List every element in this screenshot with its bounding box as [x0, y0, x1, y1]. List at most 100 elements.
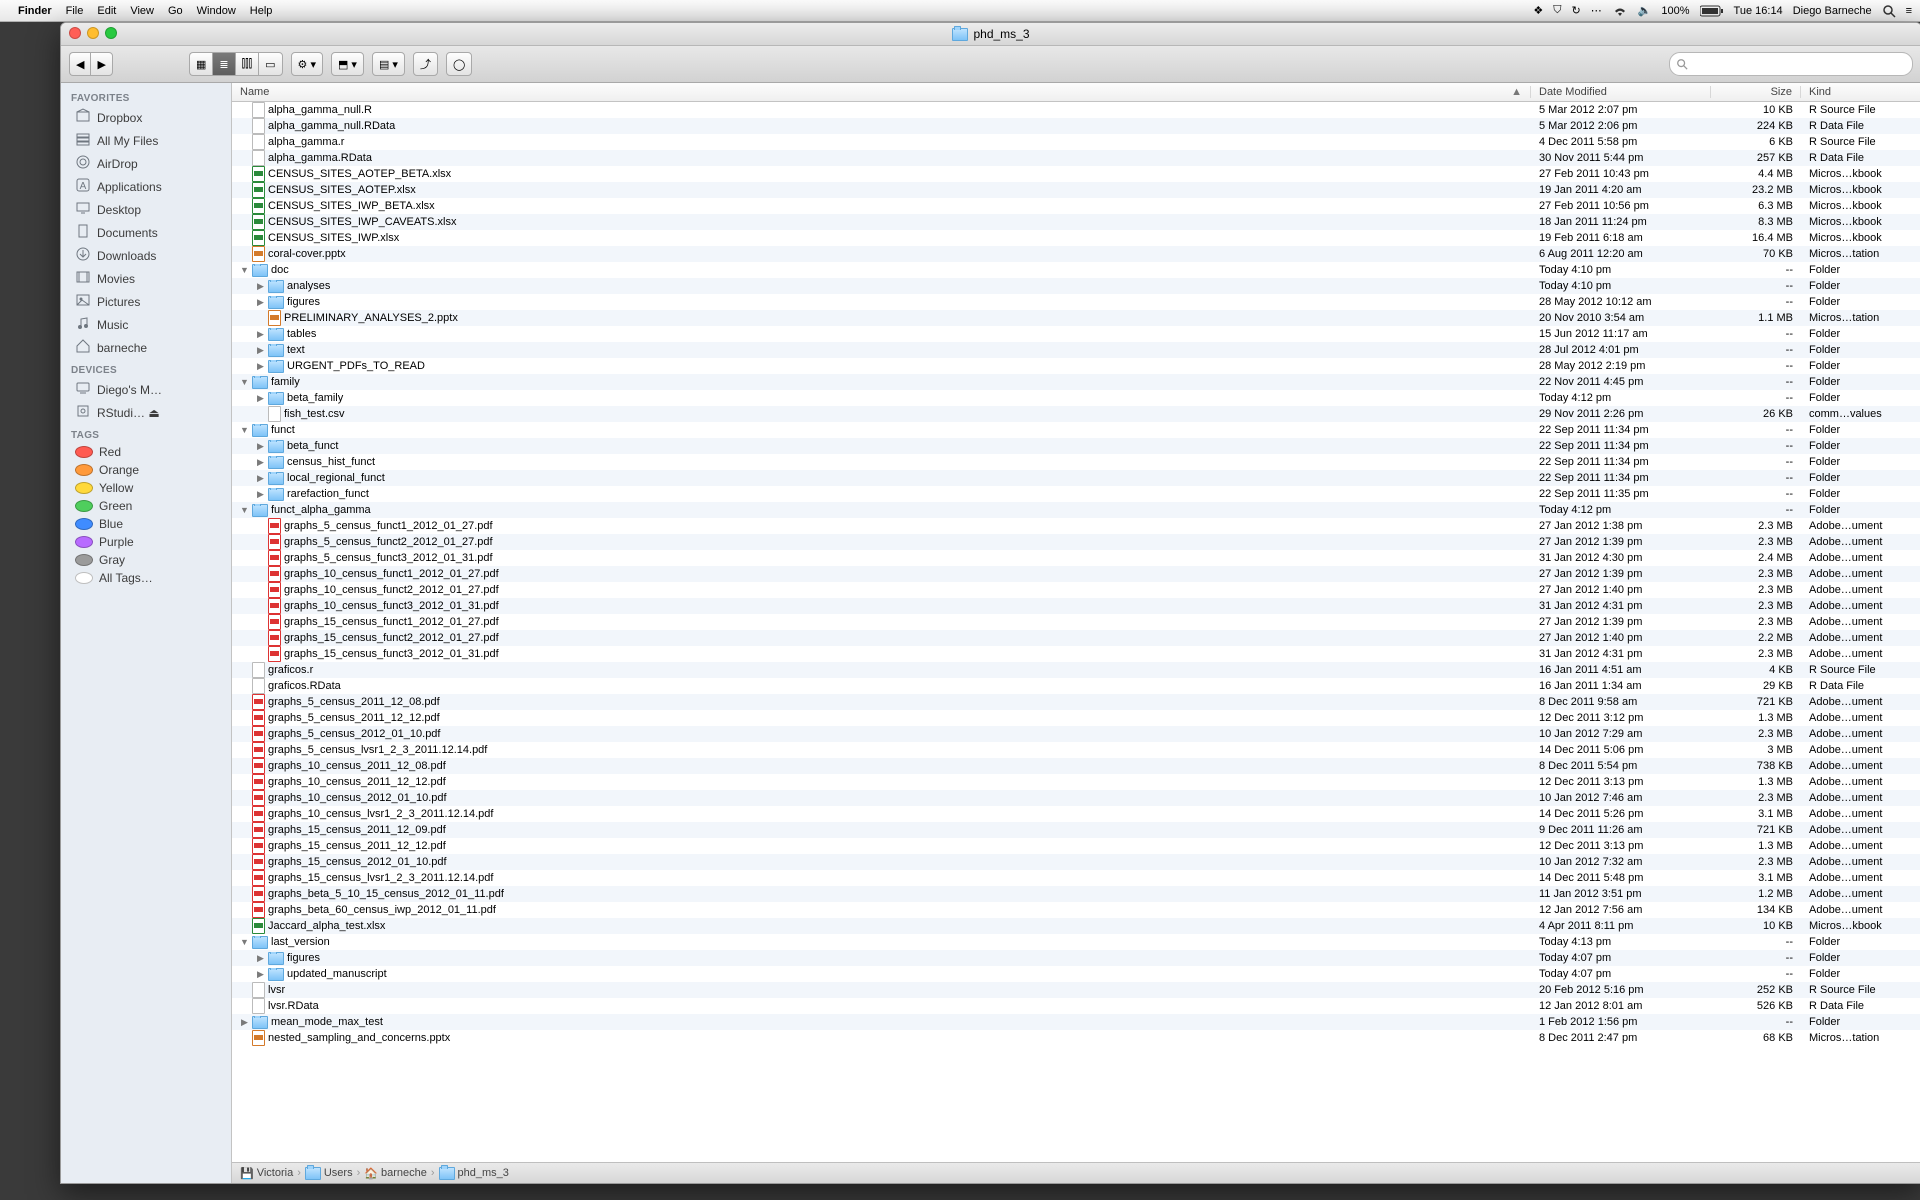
sidebar-tag-red[interactable]: Red [61, 443, 231, 461]
file-rows[interactable]: alpha_gamma_null.R5 Mar 2012 2:07 pm10 K… [232, 102, 1920, 1162]
disclosure-triangle-icon[interactable]: ▼ [240, 425, 249, 435]
file-row[interactable]: graphs_beta_5_10_15_census_2012_01_11.pd… [232, 886, 1920, 902]
file-row[interactable]: ▶updated_manuscriptToday 4:07 pm--Folder [232, 966, 1920, 982]
column-date[interactable]: Date Modified [1531, 86, 1711, 98]
file-row[interactable]: ▼docToday 4:10 pm--Folder [232, 262, 1920, 278]
file-row[interactable]: fish_test.csv29 Nov 2011 2:26 pm26 KBcom… [232, 406, 1920, 422]
disclosure-triangle-icon[interactable]: ▶ [256, 361, 265, 372]
file-row[interactable]: graphs_5_census_lvsr1_2_3_2011.12.14.pdf… [232, 742, 1920, 758]
file-row[interactable]: graficos.RData16 Jan 2011 1:34 am29 KBR … [232, 678, 1920, 694]
file-row[interactable]: graphs_15_census_2011_12_09.pdf9 Dec 201… [232, 822, 1920, 838]
battery-percent[interactable]: 100% [1661, 5, 1689, 17]
file-row[interactable]: ▶figuresToday 4:07 pm--Folder [232, 950, 1920, 966]
app-name[interactable]: Finder [18, 5, 52, 17]
icon-view-button[interactable]: ▦ [189, 52, 212, 76]
disclosure-triangle-icon[interactable]: ▶ [256, 345, 265, 356]
file-row[interactable]: ▶URGENT_PDFs_TO_READ28 May 2012 2:19 pm-… [232, 358, 1920, 374]
menu-edit[interactable]: Edit [97, 5, 116, 17]
file-row[interactable]: graphs_15_census_funct2_2012_01_27.pdf27… [232, 630, 1920, 646]
file-row[interactable]: ▼funct22 Sep 2011 11:34 pm--Folder [232, 422, 1920, 438]
file-row[interactable]: CENSUS_SITES_IWP.xlsx19 Feb 2011 6:18 am… [232, 230, 1920, 246]
user-name[interactable]: Diego Barneche [1793, 5, 1872, 17]
sidebar-device[interactable]: RStudi… ⏏ [61, 401, 231, 424]
wifi-icon[interactable] [1612, 5, 1628, 17]
file-row[interactable]: graphs_10_census_2011_12_12.pdf12 Dec 20… [232, 774, 1920, 790]
file-row[interactable]: ▶census_hist_funct22 Sep 2011 11:34 pm--… [232, 454, 1920, 470]
sidebar-item-dropbox[interactable]: Dropbox [61, 106, 231, 129]
file-row[interactable]: alpha_gamma_null.R5 Mar 2012 2:07 pm10 K… [232, 102, 1920, 118]
sidebar-tag-orange[interactable]: Orange [61, 461, 231, 479]
column-size[interactable]: Size [1711, 86, 1801, 98]
file-row[interactable]: graphs_5_census_2012_01_10.pdf10 Jan 201… [232, 726, 1920, 742]
close-button[interactable] [69, 27, 81, 39]
disclosure-triangle-icon[interactable]: ▶ [256, 473, 265, 484]
disclosure-triangle-icon[interactable]: ▼ [240, 377, 249, 387]
file-row[interactable]: CENSUS_SITES_AOTEP.xlsx19 Jan 2011 4:20 … [232, 182, 1920, 198]
file-row[interactable]: CENSUS_SITES_IWP_BETA.xlsx27 Feb 2011 10… [232, 198, 1920, 214]
sidebar-item-airdrop[interactable]: AirDrop [61, 152, 231, 175]
file-row[interactable]: ▼family22 Nov 2011 4:45 pm--Folder [232, 374, 1920, 390]
dropbox-button[interactable]: ⬒ ▾ [331, 52, 364, 76]
battery-icon[interactable] [1700, 5, 1724, 17]
back-button[interactable]: ◀ [69, 52, 90, 76]
file-row[interactable]: Jaccard_alpha_test.xlsx4 Apr 2011 8:11 p… [232, 918, 1920, 934]
file-row[interactable]: ▶text28 Jul 2012 4:01 pm--Folder [232, 342, 1920, 358]
file-row[interactable]: graphs_10_census_2012_01_10.pdf10 Jan 20… [232, 790, 1920, 806]
sidebar-tag-green[interactable]: Green [61, 497, 231, 515]
file-row[interactable]: nested_sampling_and_concerns.pptx8 Dec 2… [232, 1030, 1920, 1046]
file-row[interactable]: graficos.r16 Jan 2011 4:51 am4 KBR Sourc… [232, 662, 1920, 678]
disclosure-triangle-icon[interactable]: ▼ [240, 265, 249, 275]
action-button[interactable]: ⚙ ▾ [291, 52, 323, 76]
file-row[interactable]: graphs_15_census_lvsr1_2_3_2011.12.14.pd… [232, 870, 1920, 886]
file-row[interactable]: graphs_5_census_funct3_2012_01_31.pdf31 … [232, 550, 1920, 566]
disclosure-triangle-icon[interactable]: ▶ [240, 1017, 249, 1028]
file-row[interactable]: graphs_beta_60_census_iwp_2012_01_11.pdf… [232, 902, 1920, 918]
minimize-button[interactable] [87, 27, 99, 39]
file-row[interactable]: ▶figures28 May 2012 10:12 am--Folder [232, 294, 1920, 310]
file-row[interactable]: graphs_15_census_funct3_2012_01_31.pdf31… [232, 646, 1920, 662]
arrange-button[interactable]: ▤ ▾ [372, 52, 405, 76]
tags-button[interactable]: ◯ [446, 52, 472, 76]
path-crumb[interactable]: phd_ms_3 [439, 1167, 509, 1180]
file-row[interactable]: graphs_5_census_2011_12_08.pdf8 Dec 2011… [232, 694, 1920, 710]
disclosure-triangle-icon[interactable]: ▶ [256, 441, 265, 452]
file-row[interactable]: ▶rarefaction_funct22 Sep 2011 11:35 pm--… [232, 486, 1920, 502]
file-row[interactable]: graphs_10_census_funct1_2012_01_27.pdf27… [232, 566, 1920, 582]
file-row[interactable]: ▶analysesToday 4:10 pm--Folder [232, 278, 1920, 294]
file-row[interactable]: graphs_10_census_funct3_2012_01_31.pdf31… [232, 598, 1920, 614]
file-row[interactable]: ▼last_versionToday 4:13 pm--Folder [232, 934, 1920, 950]
sidebar-item-movies[interactable]: Movies [61, 267, 231, 290]
file-row[interactable]: CENSUS_SITES_IWP_CAVEATS.xlsx18 Jan 2011… [232, 214, 1920, 230]
sidebar-item-desktop[interactable]: Desktop [61, 198, 231, 221]
file-row[interactable]: graphs_10_census_2011_12_08.pdf8 Dec 201… [232, 758, 1920, 774]
path-crumb[interactable]: Users [305, 1167, 353, 1180]
sidebar-tag-yellow[interactable]: Yellow [61, 479, 231, 497]
titlebar[interactable]: phd_ms_3 [61, 23, 1920, 46]
disclosure-triangle-icon[interactable]: ▶ [256, 393, 265, 404]
column-kind[interactable]: Kind [1801, 86, 1920, 98]
sidebar-tag-all tags…[interactable]: All Tags… [61, 569, 231, 587]
search-input[interactable] [1688, 57, 1906, 71]
bluetooth-icon[interactable]: ⋯ [1591, 4, 1602, 17]
file-row[interactable]: graphs_15_census_2012_01_10.pdf10 Jan 20… [232, 854, 1920, 870]
file-row[interactable]: ▶local_regional_funct22 Sep 2011 11:34 p… [232, 470, 1920, 486]
file-row[interactable]: graphs_5_census_funct1_2012_01_27.pdf27 … [232, 518, 1920, 534]
file-row[interactable]: lvsr20 Feb 2012 5:16 pm252 KBR Source Fi… [232, 982, 1920, 998]
file-row[interactable]: coral-cover.pptx6 Aug 2011 12:20 am70 KB… [232, 246, 1920, 262]
path-crumb[interactable]: 💾 Victoria [240, 1167, 293, 1180]
disclosure-triangle-icon[interactable]: ▼ [240, 505, 249, 515]
file-row[interactable]: graphs_5_census_2011_12_12.pdf12 Dec 201… [232, 710, 1920, 726]
timemachine-icon[interactable]: ↻ [1571, 4, 1580, 17]
menu-window[interactable]: Window [197, 5, 236, 17]
column-view-button[interactable]: ⫿⫿⫿ [235, 52, 259, 76]
sidebar-item-documents[interactable]: Documents [61, 221, 231, 244]
file-row[interactable]: ▼funct_alpha_gammaToday 4:12 pm--Folder [232, 502, 1920, 518]
file-row[interactable]: ▶beta_funct22 Sep 2011 11:34 pm--Folder [232, 438, 1920, 454]
sidebar-item-all-my-files[interactable]: All My Files [61, 129, 231, 152]
file-row[interactable]: graphs_10_census_funct2_2012_01_27.pdf27… [232, 582, 1920, 598]
spotlight-icon[interactable] [1882, 4, 1896, 18]
sidebar-device[interactable]: Diego's M… [61, 378, 231, 401]
file-row[interactable]: graphs_10_census_lvsr1_2_3_2011.12.14.pd… [232, 806, 1920, 822]
disclosure-triangle-icon[interactable]: ▶ [256, 297, 265, 308]
clock[interactable]: Tue 16:14 [1734, 5, 1783, 17]
